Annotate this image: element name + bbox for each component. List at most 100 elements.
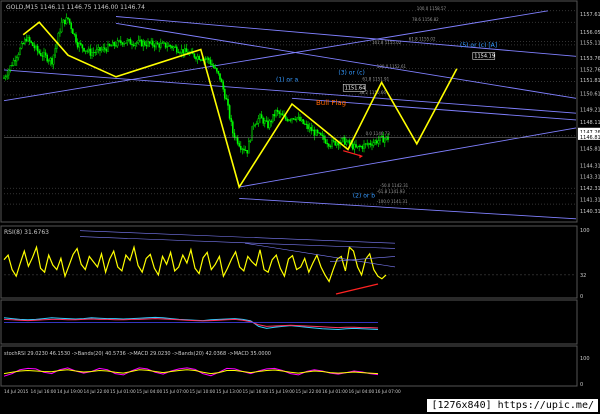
bear-candle xyxy=(83,47,85,52)
fib-level-label: -100.0 1141.31 xyxy=(377,199,408,204)
bottom-tick-label: 0 xyxy=(580,382,583,388)
time-tick-label: 15 Jul 16:00 xyxy=(243,389,269,395)
bull-candle xyxy=(92,52,95,54)
bull-candle xyxy=(353,144,356,150)
rsi-label: RSI(8) 31.6763 xyxy=(4,229,49,236)
bull-candle xyxy=(87,48,90,52)
bear-candle xyxy=(195,57,197,60)
bull-candle xyxy=(256,123,258,125)
bull-candle xyxy=(288,119,290,122)
bull-candle xyxy=(65,17,68,25)
bull-candle xyxy=(57,32,60,43)
bear-candle xyxy=(313,129,316,136)
bear-candle xyxy=(334,140,337,146)
time-tick-label: 15 Jul 13:00 xyxy=(216,389,242,395)
bear-candle xyxy=(68,18,71,24)
bull-candle xyxy=(241,148,244,150)
bear-candle xyxy=(304,123,306,125)
bull-candle xyxy=(368,143,370,145)
bear-candle xyxy=(211,63,213,66)
bull-candle xyxy=(94,51,96,53)
bear-candle xyxy=(151,40,154,46)
bear-candle xyxy=(212,64,215,68)
fib-level-label: 61.8 1155.02 xyxy=(409,37,436,42)
bear-candle xyxy=(307,124,309,130)
bull-candle xyxy=(347,140,349,143)
price-tick-label: 1140.31 xyxy=(580,209,600,215)
bull-candle xyxy=(59,31,61,34)
wave-annotation: (5) or (c) [A] xyxy=(460,42,497,49)
bull-candle xyxy=(172,46,175,49)
bear-candle xyxy=(38,50,40,54)
bull-candle xyxy=(275,110,277,117)
rsi-trendline xyxy=(79,230,396,244)
bull-candle xyxy=(12,60,15,66)
bull-candle xyxy=(20,43,23,49)
bull-candle xyxy=(159,43,162,48)
bear-candle xyxy=(67,17,69,20)
bull-candle xyxy=(308,127,311,130)
bull-candle xyxy=(206,57,209,60)
bear-candle xyxy=(344,136,346,145)
bear-candle xyxy=(246,150,249,154)
time-tick-label: 15 Jul 07:00 xyxy=(163,389,189,395)
watermark: [1276x840] https://upic.me/ xyxy=(427,399,598,412)
bull-candle xyxy=(280,113,282,115)
bear-candle xyxy=(214,67,217,69)
bear-candle xyxy=(164,42,167,48)
fib-level-label: 61.8 1151.91 xyxy=(362,76,389,81)
rsi-panel: 100 32 0 xyxy=(3,228,590,300)
bear-candle xyxy=(140,39,143,47)
bear-candle xyxy=(174,46,177,48)
bear-candle xyxy=(217,70,220,74)
bull-candle xyxy=(7,69,10,76)
bull-candle xyxy=(4,76,7,79)
bear-candle xyxy=(145,44,148,47)
bull-candle xyxy=(16,57,18,62)
bear-candle xyxy=(171,46,173,49)
bull-candle xyxy=(291,118,293,121)
bull-candle xyxy=(360,145,362,147)
bear-candle xyxy=(320,132,322,136)
bear-candle xyxy=(302,119,305,124)
channel-trendline xyxy=(239,197,577,220)
bull-candle xyxy=(196,56,199,60)
main-price-panel: 1157.61 1156.05 1155.11 1153.76 1152.76 1151.… xyxy=(3,6,600,220)
bull-candle xyxy=(6,74,8,77)
fib-level-label: -61.8 1141.93 xyxy=(377,189,406,194)
bear-candle xyxy=(260,114,263,119)
bear-candle xyxy=(270,120,273,123)
price-tick-label: 1143.31 xyxy=(580,175,600,181)
bear-candle xyxy=(289,119,292,121)
bear-candle xyxy=(86,50,88,52)
bull-candle xyxy=(356,145,359,148)
bull-candle xyxy=(150,40,153,44)
bull-candle xyxy=(78,43,80,48)
bear-candle xyxy=(36,45,39,52)
bull-candle xyxy=(315,130,317,136)
time-tick-label: 15 Jul 19:00 xyxy=(269,389,295,395)
price-tick-label: 1149.21 xyxy=(580,108,600,114)
time-tick-label: 14 Jul 19:00 xyxy=(57,389,83,395)
bear-candle xyxy=(310,127,313,132)
bear-candle xyxy=(129,39,132,45)
bear-candle xyxy=(153,45,156,48)
bear-candle xyxy=(305,123,308,125)
bull-candle xyxy=(297,116,300,119)
bear-candle xyxy=(41,55,44,57)
fib-level-label: 100.0 1158.57 xyxy=(417,6,447,11)
bull-candle xyxy=(127,39,130,41)
price-tick-label: 1152.76 xyxy=(580,67,600,73)
fib-level-label: -50.0 1142.31 xyxy=(380,183,409,188)
bear-candle xyxy=(219,73,221,80)
bear-candle xyxy=(376,140,378,144)
bull-candle xyxy=(60,22,63,33)
rsi-trendline xyxy=(79,236,396,249)
bull-candle xyxy=(272,114,274,123)
time-tick-label: 16 Jul 07:00 xyxy=(375,389,401,395)
bear-candle xyxy=(33,45,36,49)
price-tick-label: 1145.81 xyxy=(580,146,600,152)
price-tick-label: 1153.76 xyxy=(580,56,600,62)
bull-candle xyxy=(252,125,255,127)
channel-trendline xyxy=(239,127,577,188)
